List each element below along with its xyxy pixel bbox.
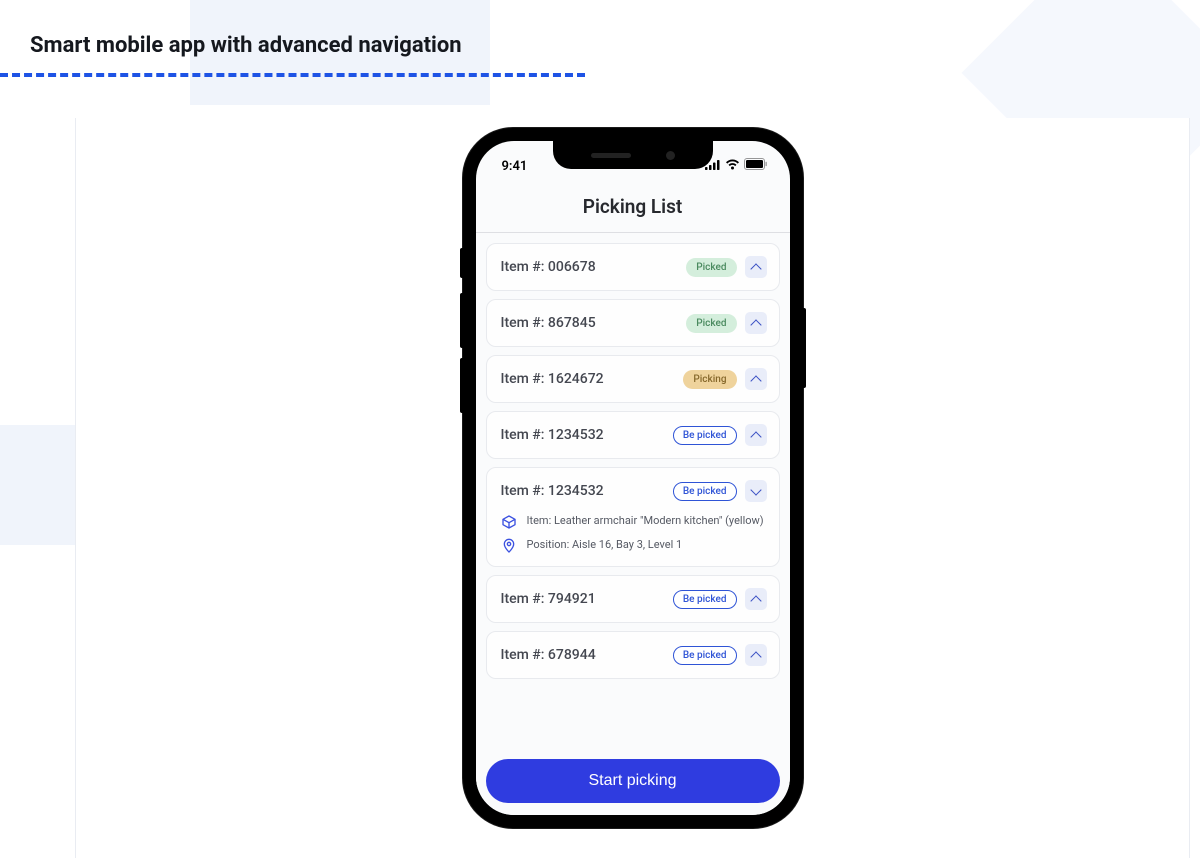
start-picking-button[interactable]: Start picking: [486, 759, 780, 803]
list-item-header: Item #: 006678 Picked: [501, 256, 767, 278]
expand-toggle[interactable]: [745, 424, 767, 446]
chevron-down-icon: [750, 484, 761, 495]
detail-item-text: Item: Leather armchair "Modern kitchen" …: [527, 514, 764, 527]
collapse-toggle[interactable]: [745, 480, 767, 502]
status-badge: Be picked: [673, 590, 737, 609]
camera-icon: [666, 151, 675, 160]
item-right: Picked: [686, 312, 766, 334]
wifi-icon: [725, 159, 740, 174]
status-time: 9:41: [502, 159, 528, 174]
chevron-up-icon: [750, 431, 761, 442]
phone-screen: 9:41 Picking List: [476, 141, 790, 815]
phone-button: [460, 248, 463, 278]
picking-list[interactable]: Item #: 006678 Picked Item #: 867845 Pic…: [476, 233, 790, 749]
bottom-bar: Start picking: [476, 749, 790, 815]
speaker-icon: [591, 153, 631, 158]
expand-toggle[interactable]: [745, 312, 767, 334]
status-badge: Picking: [683, 370, 736, 389]
status-badge: Picked: [686, 314, 736, 333]
chevron-up-icon: [750, 375, 761, 386]
list-item[interactable]: Item #: 006678 Picked: [486, 243, 780, 291]
item-label: Item #: 1234532: [501, 483, 604, 499]
status-badge: Be picked: [673, 482, 737, 501]
expand-toggle[interactable]: [745, 256, 767, 278]
item-right: Picking: [683, 368, 766, 390]
chevron-up-icon: [750, 319, 761, 330]
item-label: Item #: 1624672: [501, 371, 604, 387]
status-badge: Picked: [686, 258, 736, 277]
list-item[interactable]: Item #: 678944 Be picked: [486, 631, 780, 679]
phone-button: [460, 293, 463, 348]
location-icon: [501, 538, 517, 554]
expand-toggle[interactable]: [745, 368, 767, 390]
list-item-header: Item #: 1234532 Be picked: [501, 424, 767, 446]
app-header: Picking List: [476, 183, 790, 233]
item-label: Item #: 678944: [501, 647, 596, 663]
detail-row-position: Position: Aisle 16, Bay 3, Level 1: [501, 538, 767, 554]
item-label: Item #: 794921: [501, 591, 596, 607]
content-area: 9:41 Picking List: [75, 118, 1190, 858]
chevron-up-icon: [750, 595, 761, 606]
list-item-header: Item #: 867845 Picked: [501, 312, 767, 334]
list-item[interactable]: Item #: 794921 Be picked: [486, 575, 780, 623]
status-icons: [705, 158, 768, 174]
chevron-up-icon: [750, 263, 761, 274]
list-item[interactable]: Item #: 1624672 Picking: [486, 355, 780, 403]
item-label: Item #: 867845: [501, 315, 596, 331]
phone-button: [803, 308, 806, 388]
page-title: Smart mobile app with advanced navigatio…: [30, 33, 462, 58]
box-icon: [501, 514, 517, 530]
bg-decoration: [0, 425, 75, 545]
item-details: Item: Leather armchair "Modern kitchen" …: [501, 514, 767, 554]
detail-row-item: Item: Leather armchair "Modern kitchen" …: [501, 514, 767, 530]
phone-button: [460, 358, 463, 413]
item-right: Be picked: [673, 644, 767, 666]
list-item-header: Item #: 678944 Be picked: [501, 644, 767, 666]
list-item-header: Item #: 794921 Be picked: [501, 588, 767, 610]
expand-toggle[interactable]: [745, 644, 767, 666]
battery-icon: [744, 158, 768, 174]
item-right: Be picked: [673, 588, 767, 610]
phone-frame: 9:41 Picking List: [463, 128, 803, 828]
item-right: Picked: [686, 256, 766, 278]
list-item-header: Item #: 1234532 Be picked: [501, 480, 767, 502]
list-item[interactable]: Item #: 1234532 Be picked Item: Leather …: [486, 467, 780, 567]
item-label: Item #: 1234532: [501, 427, 604, 443]
status-badge: Be picked: [673, 426, 737, 445]
list-item[interactable]: Item #: 1234532 Be picked: [486, 411, 780, 459]
chevron-up-icon: [750, 651, 761, 662]
detail-position-text: Position: Aisle 16, Bay 3, Level 1: [527, 538, 683, 551]
phone-notch: [553, 141, 713, 169]
item-label: Item #: 006678: [501, 259, 596, 275]
item-right: Be picked: [673, 480, 767, 502]
item-right: Be picked: [673, 424, 767, 446]
status-badge: Be picked: [673, 646, 737, 665]
dashed-divider: [0, 73, 585, 77]
expand-toggle[interactable]: [745, 588, 767, 610]
list-item[interactable]: Item #: 867845 Picked: [486, 299, 780, 347]
list-item-header: Item #: 1624672 Picking: [501, 368, 767, 390]
